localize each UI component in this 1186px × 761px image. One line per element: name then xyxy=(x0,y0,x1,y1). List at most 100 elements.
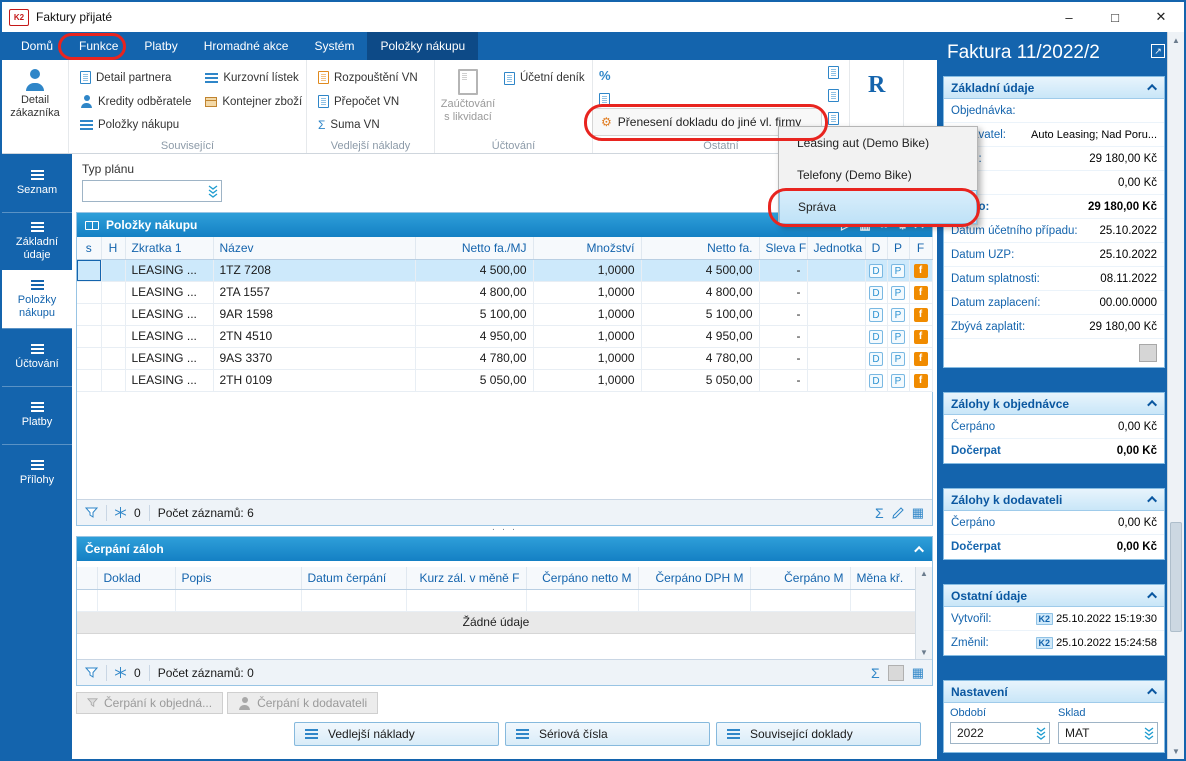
zakladni-udaje-header[interactable]: Základní údaje xyxy=(944,77,1164,99)
filter-icon[interactable] xyxy=(85,667,98,679)
col-f[interactable]: F xyxy=(909,237,932,259)
cerpani-k-dodavateli-button[interactable]: Čerpání k dodavateli xyxy=(227,692,378,714)
rozpousteni-vn-button[interactable]: Rozpouštění VN xyxy=(313,66,423,90)
main-scrollbar[interactable]: ▲ ▼ xyxy=(1167,32,1184,759)
collapse-icon[interactable] xyxy=(1147,592,1157,602)
seriova-cisla-button[interactable]: Sériová čísla xyxy=(505,722,710,746)
zauctovani-s-likvidaci-button[interactable]: Zaúčtování s likvidací xyxy=(441,66,495,137)
sidebar-item-seznam[interactable]: Seznam xyxy=(2,154,72,212)
snowflake-icon[interactable] xyxy=(115,667,126,678)
table-row[interactable]: LEASING ... 9AS 3370 4 780,00 1,0000 4 7… xyxy=(77,347,932,369)
col-cerpano-netto[interactable]: Čerpáno netto M xyxy=(526,567,638,589)
menu-item-sprava[interactable]: Správa xyxy=(779,190,977,224)
col-kurz[interactable]: Kurz zál. v měně F xyxy=(406,567,526,589)
col-cerpano-dph[interactable]: Čerpáno DPH M xyxy=(638,567,750,589)
col-mena[interactable]: Měna kř. xyxy=(850,567,915,589)
tab-hromadne-akce[interactable]: Hromadné akce xyxy=(191,32,302,60)
sidebar-item-platby[interactable]: Platby xyxy=(2,386,72,444)
detail-action-button[interactable] xyxy=(1139,344,1157,362)
percent-icon[interactable]: % xyxy=(599,68,611,83)
obdobi-combobox[interactable]: 2022 xyxy=(950,722,1050,744)
sum-icon[interactable]: Σ xyxy=(875,505,884,521)
tab-polozky-nakupu[interactable]: Položky nákupu xyxy=(367,32,478,60)
table-row[interactable]: LEASING ... 2TN 4510 4 950,00 1,0000 4 9… xyxy=(77,325,932,347)
zalohy-scrollbar[interactable]: ▲ ▼ xyxy=(915,567,932,659)
snowflake-icon[interactable] xyxy=(115,507,126,518)
scroll-up-icon[interactable]: ▲ xyxy=(1168,32,1184,48)
sidebar-item-zakladni-udaje[interactable]: Základní údaje xyxy=(2,212,72,270)
col-datum-cerpani[interactable]: Datum čerpání xyxy=(301,567,406,589)
open-external-icon[interactable]: ↗ xyxy=(1151,44,1165,58)
col-netto-mj[interactable]: Netto fa./MJ xyxy=(415,237,533,259)
table-row[interactable]: LEASING ... 9AR 1598 5 100,00 1,0000 5 1… xyxy=(77,303,932,325)
maximize-button[interactable]: □ xyxy=(1092,2,1138,32)
scroll-down-icon[interactable]: ▼ xyxy=(920,648,928,657)
collapse-icon[interactable] xyxy=(1147,84,1157,94)
invoice-title: Faktura 11/2022/2 xyxy=(947,42,1100,64)
ostatni-udaje-header[interactable]: Ostatní údaje xyxy=(944,585,1164,607)
col-cerpano-m[interactable]: Čerpáno M xyxy=(750,567,850,589)
col-p[interactable]: P xyxy=(887,237,909,259)
scroll-down-icon[interactable]: ▼ xyxy=(1168,743,1184,759)
col-popis[interactable]: Popis xyxy=(175,567,301,589)
cerpani-k-objednavce-button[interactable]: Čerpání k objedná... xyxy=(76,692,223,714)
detail-partnera-button[interactable]: Detail partnera xyxy=(75,66,196,90)
sidebar-item-prilohy[interactable]: Přílohy xyxy=(2,444,72,502)
list-icon xyxy=(205,73,218,83)
tab-platby[interactable]: Platby xyxy=(131,32,190,60)
collapse-icon[interactable] xyxy=(1147,400,1157,410)
kontejner-zbozi-button[interactable]: Kontejner zboží xyxy=(200,90,307,114)
tab-funkce[interactable]: Funkce xyxy=(66,32,131,60)
col-s[interactable]: s xyxy=(77,237,101,259)
typ-planu-combobox[interactable] xyxy=(82,180,222,202)
kurzovni-listek-button[interactable]: Kurzovní lístek xyxy=(200,66,307,90)
table-row[interactable]: LEASING ... 1TZ 7208 4 500,00 1,0000 4 5… xyxy=(77,259,932,281)
grid-add-icon[interactable]: ▦ xyxy=(912,665,924,681)
col-h[interactable]: H xyxy=(101,237,125,259)
col-doklad[interactable]: Doklad xyxy=(97,567,175,589)
ucetni-denik-button[interactable]: Účetní deník xyxy=(499,66,590,90)
pencil-icon[interactable] xyxy=(892,507,904,519)
col-d[interactable]: D xyxy=(865,237,887,259)
collapse-icon[interactable] xyxy=(1147,688,1157,698)
prepocet-vn-button[interactable]: Přepočet VN xyxy=(313,90,423,114)
filter-icon[interactable] xyxy=(85,507,98,519)
table-row[interactable]: LEASING ... 2TH 0109 5 050,00 1,0000 5 0… xyxy=(77,369,932,391)
close-button[interactable]: ✕ xyxy=(1138,2,1184,32)
document-action-icon[interactable] xyxy=(828,112,839,125)
detail-zakaznika-button[interactable]: Detail zákazníka xyxy=(8,66,62,137)
grid-add-icon[interactable]: ▦ xyxy=(912,505,924,521)
nastaveni-header[interactable]: Nastavení xyxy=(944,681,1164,703)
col-netto-fa[interactable]: Netto fa. xyxy=(641,237,759,259)
sklad-combobox[interactable]: MAT xyxy=(1058,722,1158,744)
kredity-odberatele-button[interactable]: Kredity odběratele xyxy=(75,90,196,114)
col-mnozstvi[interactable]: Množství xyxy=(533,237,641,259)
collapse-icon[interactable] xyxy=(1147,496,1157,506)
scroll-thumb[interactable] xyxy=(1170,522,1182,632)
sidebar-item-uctovani[interactable]: Účtování xyxy=(2,328,72,386)
document-action-icon[interactable] xyxy=(828,89,839,102)
document-export-icon[interactable] xyxy=(599,93,610,106)
zalohy-dodavateli-header[interactable]: Zálohy k dodavateli xyxy=(944,489,1164,511)
vedlejsi-naklady-button[interactable]: Vedlejší náklady xyxy=(294,722,499,746)
collapse-icon[interactable] xyxy=(914,545,924,555)
table-row[interactable]: LEASING ... 2TA 1557 4 800,00 1,0000 4 8… xyxy=(77,281,932,303)
scroll-up-icon[interactable]: ▲ xyxy=(920,569,928,578)
col-zkratka[interactable]: Zkratka 1 xyxy=(125,237,213,259)
col-sleva[interactable]: Sleva F xyxy=(759,237,807,259)
souvisejici-doklady-button[interactable]: Související doklady xyxy=(716,722,921,746)
tab-domu[interactable]: Domů xyxy=(8,32,66,60)
zalohy-objednavce-header[interactable]: Zálohy k objednávce xyxy=(944,393,1164,415)
tab-system[interactable]: Systém xyxy=(301,32,367,60)
menu-item-leasing-aut[interactable]: Leasing aut (Demo Bike) xyxy=(779,127,977,159)
suma-vn-button[interactable]: ΣSuma VN xyxy=(313,113,423,137)
sidebar-item-polozky-nakupu[interactable]: Položky nákupu xyxy=(2,270,72,328)
menu-item-telefony[interactable]: Telefony (Demo Bike) xyxy=(779,159,977,191)
col-nazev[interactable]: Název xyxy=(213,237,415,259)
sum-icon[interactable]: Σ xyxy=(871,665,880,681)
panel-splitter[interactable]: · · · xyxy=(76,526,933,536)
minimize-button[interactable]: – xyxy=(1046,2,1092,32)
col-jednotka[interactable]: Jednotka xyxy=(807,237,865,259)
polozky-nakupu-button[interactable]: Položky nákupu xyxy=(75,113,196,137)
document-action-icon[interactable] xyxy=(828,66,839,79)
